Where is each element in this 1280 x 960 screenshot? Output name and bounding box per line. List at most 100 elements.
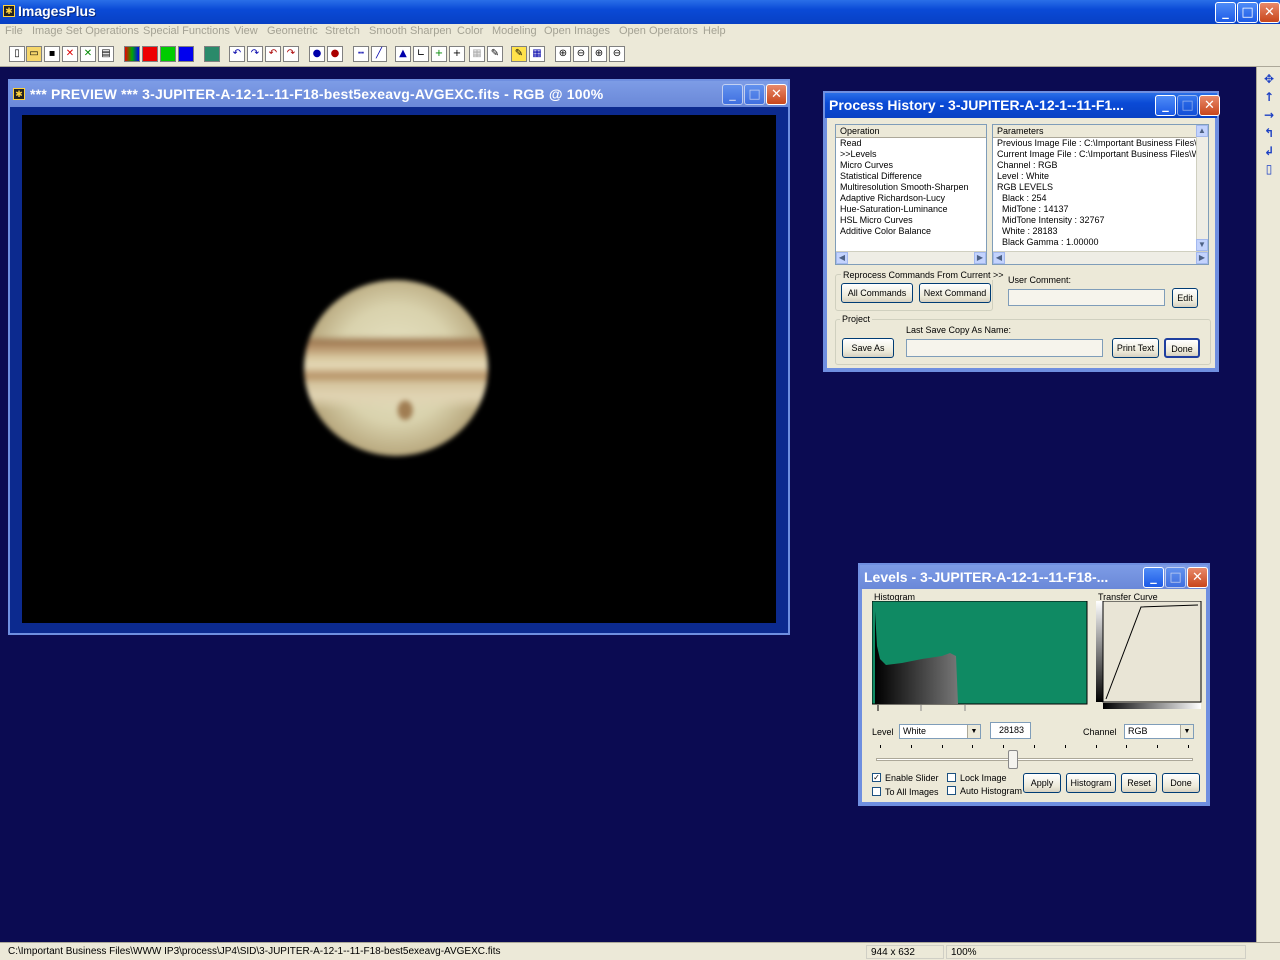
new-icon[interactable]: ▯ — [9, 46, 25, 62]
scroll-left-icon[interactable]: ◀ — [836, 252, 848, 264]
user-comment-field[interactable] — [1008, 289, 1165, 306]
undo-icon[interactable]: ↶ — [229, 46, 245, 62]
levels-done-button[interactable]: Done — [1162, 773, 1200, 793]
line-icon[interactable]: ╱ — [371, 46, 387, 62]
restore-mark-icon[interactable]: ● — [327, 46, 343, 62]
operation-list[interactable]: Operation Read >>Levels Micro Curves Statis… — [835, 124, 987, 265]
mark-icon[interactable]: ● — [309, 46, 325, 62]
redo-all-icon[interactable]: ↷ — [283, 46, 299, 62]
move-icon[interactable]: ✥ — [1261, 72, 1277, 87]
next-command-button[interactable]: Next Command — [919, 283, 991, 303]
parameters-hscroll[interactable]: ◀ ▶ — [993, 251, 1208, 264]
preview-close-button[interactable]: ✕ — [766, 84, 787, 105]
close-button[interactable]: ✕ — [1259, 2, 1280, 23]
ph-close-button[interactable]: ✕ — [1199, 95, 1220, 116]
operation-item[interactable]: Micro Curves — [836, 160, 986, 171]
menu-color[interactable]: Color — [457, 25, 483, 37]
level-select[interactable]: White ▼ — [899, 724, 981, 739]
paint-icon[interactable]: ✎ — [487, 46, 503, 62]
menu-view[interactable]: View — [234, 25, 258, 37]
maximize-button[interactable]: □ — [1237, 2, 1258, 23]
channel-select[interactable]: RGB ▼ — [1124, 724, 1194, 739]
reset-button[interactable]: Reset — [1121, 773, 1157, 793]
parameters-list[interactable]: Parameters Previous Image File : C:\Impo… — [992, 124, 1209, 265]
operation-item[interactable]: Statistical Difference — [836, 171, 986, 182]
redo-icon[interactable]: ↷ — [247, 46, 263, 62]
grid-icon[interactable]: ▦ — [469, 46, 485, 62]
histogram-chart[interactable] — [872, 601, 1089, 713]
image-canvas[interactable] — [22, 115, 776, 623]
rgb-channels-icon[interactable] — [124, 46, 140, 62]
tile-icon[interactable]: ▦ — [529, 46, 545, 62]
pencil-icon[interactable]: ✎ — [511, 46, 527, 62]
operation-hscroll[interactable]: ◀ ▶ — [836, 251, 986, 264]
red-channel-icon[interactable] — [142, 46, 158, 62]
print-icon[interactable]: ▤ — [98, 46, 114, 62]
blue-channel-icon[interactable] — [178, 46, 194, 62]
zoom-fit-icon[interactable]: ⊕ — [591, 46, 607, 62]
preview-title-bar[interactable]: ✱ *** PREVIEW *** 3-JUPITER-A-12-1--11-F… — [10, 81, 788, 107]
ph-minimize-button[interactable]: _ — [1155, 95, 1176, 116]
auto-histogram-checkbox[interactable] — [947, 786, 956, 795]
undo-all-icon[interactable]: ↶ — [265, 46, 281, 62]
menu-open-operators[interactable]: Open Operators — [619, 25, 698, 37]
zoom-in-icon[interactable]: ⊕ — [555, 46, 571, 62]
zoom-reset-icon[interactable]: ⊖ — [609, 46, 625, 62]
levels-minimize-button[interactable]: _ — [1143, 567, 1164, 588]
slider-thumb[interactable] — [1008, 750, 1018, 769]
operation-item[interactable]: HSL Micro Curves — [836, 215, 986, 226]
level-value-field[interactable]: 28183 — [990, 722, 1031, 739]
menu-help[interactable]: Help — [703, 25, 726, 37]
green-channel-icon[interactable] — [160, 46, 176, 62]
arrow-right-icon[interactable]: → — [1261, 108, 1277, 123]
scroll-right-icon[interactable]: ▶ — [1196, 252, 1208, 264]
edit-button[interactable]: Edit — [1172, 288, 1198, 308]
chevron-down-icon[interactable]: ▼ — [1180, 725, 1193, 738]
parameters-vscroll[interactable]: ▲ ▼ — [1196, 125, 1208, 251]
luminance-icon[interactable] — [204, 46, 220, 62]
menu-geometric[interactable]: Geometric — [267, 25, 318, 37]
menu-stretch[interactable]: Stretch — [325, 25, 360, 37]
triangle-icon[interactable]: ▲ — [395, 46, 411, 62]
operation-item[interactable]: >>Levels — [836, 149, 986, 160]
save-icon[interactable]: ▪ — [44, 46, 60, 62]
scroll-left-icon[interactable]: ◀ — [993, 252, 1005, 264]
operation-item[interactable]: Adaptive Richardson-Lucy — [836, 193, 986, 204]
rotate-right-icon[interactable]: ↲ — [1261, 144, 1277, 159]
levels-title-bar[interactable]: Levels - 3-JUPITER-A-12-1--11-F18-... _ … — [860, 565, 1208, 589]
close-all-icon[interactable]: ✕ — [80, 46, 96, 62]
menu-open-images[interactable]: Open Images — [544, 25, 610, 37]
open-icon[interactable]: ▭ — [26, 46, 42, 62]
apply-button[interactable]: Apply — [1023, 773, 1061, 793]
measure-icon[interactable]: ∟ — [413, 46, 429, 62]
scroll-up-icon[interactable]: ▲ — [1196, 125, 1208, 137]
crop-icon[interactable]: + — [449, 46, 465, 62]
operation-item[interactable]: Hue-Saturation-Luminance — [836, 204, 986, 215]
operation-item[interactable]: Multiresolution Smooth-Sharpen — [836, 182, 986, 193]
scroll-down-icon[interactable]: ▼ — [1196, 239, 1208, 251]
enable-slider-checkbox[interactable]: ✓ — [872, 773, 881, 782]
minimize-button[interactable]: _ — [1215, 2, 1236, 23]
histogram-button[interactable]: Histogram — [1066, 773, 1116, 793]
scroll-right-icon[interactable]: ▶ — [974, 252, 986, 264]
operation-item[interactable]: Additive Color Balance — [836, 226, 986, 237]
operation-item[interactable]: Read — [836, 138, 986, 149]
all-commands-button[interactable]: All Commands — [841, 283, 913, 303]
save-as-button[interactable]: Save As — [842, 338, 894, 358]
levels-maximize-button[interactable]: □ — [1165, 567, 1186, 588]
menu-image-set-operations[interactable]: Image Set Operations — [32, 25, 139, 37]
menu-file[interactable]: File — [5, 25, 23, 37]
process-history-title-bar[interactable]: Process History - 3-JUPITER-A-12-1--11-F… — [825, 93, 1220, 118]
arrow-up-icon[interactable]: ↑ — [1261, 90, 1277, 105]
done-button[interactable]: Done — [1164, 338, 1200, 358]
chevron-down-icon[interactable]: ▼ — [967, 725, 980, 738]
to-all-images-checkbox[interactable] — [872, 787, 881, 796]
preview-minimize-button[interactable]: _ — [722, 84, 743, 105]
frame-icon[interactable]: ▯ — [1261, 162, 1277, 177]
crosshair-icon[interactable]: + — [431, 46, 447, 62]
print-text-button[interactable]: Print Text — [1112, 338, 1159, 358]
menu-modeling[interactable]: Modeling — [492, 25, 537, 37]
save-name-field[interactable] — [906, 339, 1103, 357]
level-slider[interactable] — [876, 745, 1193, 769]
menu-smooth-sharpen[interactable]: Smooth Sharpen — [369, 25, 452, 37]
